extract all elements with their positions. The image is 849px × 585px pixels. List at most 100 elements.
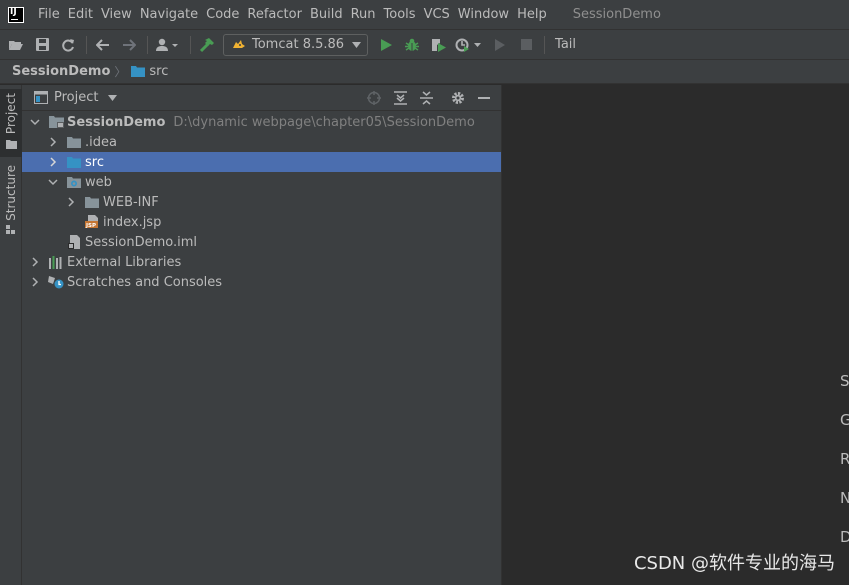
save-all-button[interactable] <box>32 35 52 55</box>
debug-button[interactable] <box>402 35 422 55</box>
menu-navigate[interactable]: Navigate <box>136 0 202 29</box>
expand-all-icon <box>393 91 407 105</box>
menu-window[interactable]: Window <box>454 0 513 29</box>
project-tree: SessionDemo D:\dynamic webpage\chapter05… <box>22 112 501 292</box>
tree-node-idea[interactable]: .idea <box>22 132 501 152</box>
run-with-coverage-button[interactable] <box>428 35 448 55</box>
module-file-icon <box>66 235 82 249</box>
resume-button[interactable] <box>490 35 510 55</box>
chevron-right-icon[interactable] <box>48 137 58 147</box>
run-configuration-label: Tomcat 8.5.86 <box>252 37 345 52</box>
project-tool-window: Project SessionDemo D:\dynamic webpage\c… <box>22 85 502 585</box>
folder-icon <box>84 195 100 209</box>
collapse-all-icon <box>419 91 433 105</box>
editor-hint-text: S <box>840 372 849 390</box>
build-project-button[interactable] <box>197 35 217 55</box>
menu-vcs[interactable]: VCS <box>420 0 454 29</box>
breadcrumb-root[interactable]: SessionDemo <box>12 64 110 79</box>
collapse-all-button[interactable] <box>417 89 435 107</box>
expand-all-button[interactable] <box>391 89 409 107</box>
structure-icon <box>6 224 15 234</box>
play-icon <box>380 38 392 51</box>
editor-area: S G R N D <box>502 85 849 585</box>
tree-node-label: src <box>85 154 104 170</box>
tree-node-label: WEB-INF <box>103 194 159 210</box>
tree-node-label: .idea <box>85 134 117 150</box>
settings-button[interactable] <box>449 89 467 107</box>
tree-node-src[interactable]: src <box>22 152 501 172</box>
run-configuration-selector[interactable]: Tomcat 8.5.86 <box>223 33 369 56</box>
chevron-down-icon[interactable] <box>48 177 58 187</box>
editor-hint-text: D <box>840 528 849 546</box>
project-panel-actions <box>357 85 493 111</box>
tree-node-external-libraries[interactable]: External Libraries <box>22 252 501 272</box>
arrow-right-icon <box>123 38 136 51</box>
menu-view[interactable]: View <box>97 0 136 29</box>
arrow-left-icon <box>96 38 109 51</box>
scratches-icon <box>48 275 64 289</box>
project-view-selector[interactable]: Project <box>54 90 98 105</box>
chevron-down-icon[interactable] <box>108 94 118 101</box>
tree-node-label: Scratches and Consoles <box>67 274 223 290</box>
forward-button[interactable] <box>119 35 139 55</box>
module-folder-icon <box>48 115 64 129</box>
crosshair-icon <box>367 91 381 105</box>
tail-button[interactable]: Tail <box>555 37 576 52</box>
bug-icon <box>405 38 420 51</box>
run-button[interactable] <box>376 35 396 55</box>
menu-help[interactable]: Help <box>513 0 551 29</box>
left-tool-strip: Project Structure <box>0 85 22 585</box>
menu-code[interactable]: Code <box>202 0 243 29</box>
chevron-right-icon[interactable] <box>48 157 58 167</box>
web-folder-icon <box>66 175 82 189</box>
tree-node-index-jsp[interactable]: JSP index.jsp <box>22 212 501 232</box>
stop-button[interactable] <box>516 35 536 55</box>
breadcrumb: SessionDemo 〉 src <box>0 60 849 84</box>
source-folder-icon <box>66 155 82 169</box>
tree-node-label: index.jsp <box>103 214 162 230</box>
editor-hint-text: R <box>840 450 849 468</box>
tree-node-scratches[interactable]: Scratches and Consoles <box>22 272 501 292</box>
tree-node-iml[interactable]: SessionDemo.iml <box>22 232 501 252</box>
menu-tools[interactable]: Tools <box>380 0 420 29</box>
hammer-icon <box>199 37 214 52</box>
menu-edit[interactable]: Edit <box>64 0 97 29</box>
structure-tool-tab[interactable]: Structure <box>0 165 22 235</box>
main-toolbar: Tomcat 8.5.86 Tail <box>0 29 849 60</box>
menu-bar: File Edit View Navigate Code Refactor Bu… <box>0 0 849 29</box>
tree-node-label: SessionDemo.iml <box>85 234 198 250</box>
chevron-down-icon[interactable] <box>30 117 40 127</box>
coverage-icon <box>431 38 446 52</box>
toolbar-separator <box>86 35 87 54</box>
chevron-right-icon[interactable] <box>66 197 76 207</box>
menu-run[interactable]: Run <box>347 0 380 29</box>
open-folder-icon <box>9 40 23 50</box>
locate-file-button[interactable] <box>365 89 383 107</box>
back-button[interactable] <box>93 35 113 55</box>
jsp-file-icon: JSP <box>84 215 100 229</box>
tree-node-root[interactable]: SessionDemo D:\dynamic webpage\chapter05… <box>22 112 501 132</box>
profile-button[interactable] <box>454 35 484 55</box>
menu-refactor[interactable]: Refactor <box>243 0 306 29</box>
profiler-icon <box>455 38 482 52</box>
open-folder-button[interactable] <box>6 35 26 55</box>
menu-build[interactable]: Build <box>306 0 347 29</box>
hide-panel-button[interactable] <box>475 89 493 107</box>
project-tool-tab-label: Project <box>4 93 18 135</box>
menu-file[interactable]: File <box>34 0 64 29</box>
folder-icon <box>5 140 17 150</box>
synchronize-button[interactable] <box>58 35 78 55</box>
chevron-right-icon[interactable] <box>30 277 40 287</box>
watermark: CSDN @软件专业的海马 <box>633 553 835 574</box>
chevron-right-icon[interactable] <box>30 257 40 267</box>
toolbar-separator <box>147 35 148 54</box>
tree-node-label: SessionDemo <box>67 114 166 130</box>
user-dropdown-button[interactable] <box>154 35 182 55</box>
svg-text:JSP: JSP <box>85 223 96 229</box>
breadcrumb-src[interactable]: src <box>131 64 168 79</box>
project-tool-tab[interactable]: Project <box>0 89 22 157</box>
intellij-logo-icon <box>8 6 24 23</box>
tree-node-label: External Libraries <box>67 254 182 270</box>
tree-node-web[interactable]: web <box>22 172 501 192</box>
tree-node-web-inf[interactable]: WEB-INF <box>22 192 501 212</box>
